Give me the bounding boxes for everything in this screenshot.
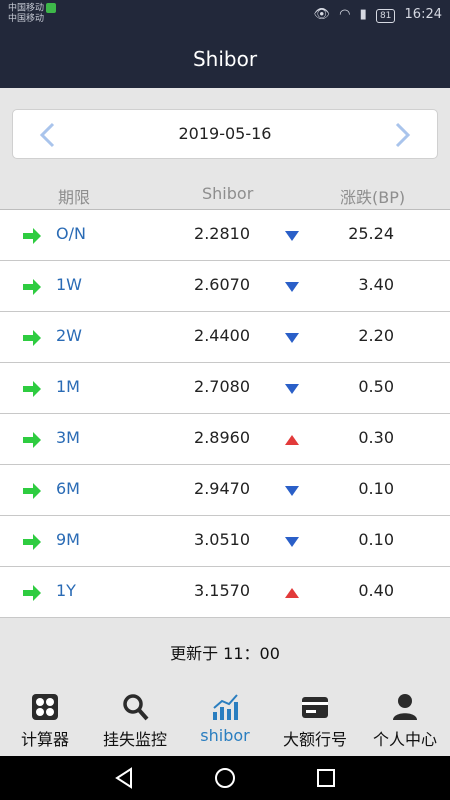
status-icons: 👁 ◠ ▮ 81 16:24 xyxy=(309,7,442,23)
tab-calculator[interactable]: 计算器 xyxy=(0,682,90,756)
home-circle-icon[interactable] xyxy=(213,766,237,790)
carrier-info: 中国移动 中国移动 xyxy=(8,3,57,24)
wifi-icon: ◠ xyxy=(339,7,351,22)
trend-down-icon xyxy=(285,537,299,547)
table-row[interactable]: 9M 3.0510 0.10 xyxy=(0,516,450,567)
recents-square-icon[interactable] xyxy=(314,766,338,790)
bp-change: 0.40 xyxy=(358,581,394,600)
selected-date[interactable]: 2019-05-16 xyxy=(13,110,437,158)
rate-value: 2.7080 xyxy=(194,377,250,396)
tab-label: shibor xyxy=(200,726,250,745)
trend-down-icon xyxy=(285,333,299,343)
status-bar: 中国移动 中国移动 👁 ◠ ▮ 81 16:24 xyxy=(0,0,450,30)
trend-up-icon xyxy=(285,435,299,445)
term-label: 9M xyxy=(56,530,80,549)
rate-value: 2.2810 xyxy=(194,224,250,243)
bp-change: 0.10 xyxy=(358,530,394,549)
arrow-right-icon xyxy=(23,585,41,601)
term-label: 3M xyxy=(56,428,80,447)
arrow-right-icon xyxy=(23,279,41,295)
table-row[interactable]: 1Y 3.1570 0.40 xyxy=(0,567,450,618)
table-row[interactable]: 6M 2.9470 0.10 xyxy=(0,465,450,516)
bp-change: 3.40 xyxy=(358,275,394,294)
rate-value: 2.9470 xyxy=(194,479,250,498)
table-row[interactable]: 1M 2.7080 0.50 xyxy=(0,363,450,414)
bottom-tab-bar: 计算器 挂失监控 shibor 大额行号 个人中心 xyxy=(0,682,450,756)
rate-value: 2.6070 xyxy=(194,275,250,294)
arrow-right-icon xyxy=(23,534,41,550)
shibor-table: O/N 2.2810 25.24 1W 2.6070 3.40 2W 2.440… xyxy=(0,210,450,618)
column-header-term: 期限 xyxy=(58,188,91,207)
term-label: 1M xyxy=(56,377,80,396)
trend-down-icon xyxy=(285,486,299,496)
trend-down-icon xyxy=(285,384,299,394)
chevron-right-icon[interactable] xyxy=(387,120,417,150)
search-icon xyxy=(123,694,149,721)
column-header-change: 涨跌(BP) xyxy=(340,188,406,207)
table-row[interactable]: O/N 2.2810 25.24 xyxy=(0,210,450,261)
rate-value: 3.1570 xyxy=(194,581,250,600)
arrow-right-icon xyxy=(23,432,41,448)
bp-change: 2.20 xyxy=(358,326,394,345)
table-header: 期限 Shibor 涨跌(BP) xyxy=(0,178,450,210)
bp-change: 0.10 xyxy=(358,479,394,498)
update-time: 更新于 11：00 xyxy=(170,644,280,663)
back-triangle-icon[interactable] xyxy=(112,766,136,790)
tab-shibor[interactable]: shibor xyxy=(180,682,270,756)
bp-change: 25.24 xyxy=(348,224,394,243)
tab-label: 大额行号 xyxy=(282,730,347,749)
bp-change: 0.50 xyxy=(358,377,394,396)
tab-label: 挂失监控 xyxy=(102,730,167,749)
date-selector: 2019-05-16 xyxy=(12,109,438,159)
tab-label: 个人中心 xyxy=(372,730,437,749)
table-row[interactable]: 2W 2.4400 2.20 xyxy=(0,312,450,363)
tab-label: 计算器 xyxy=(20,730,69,749)
page-title: Shibor xyxy=(0,30,450,88)
trend-down-icon xyxy=(285,231,299,241)
arrow-right-icon xyxy=(23,381,41,397)
table-row[interactable]: 1W 2.6070 3.40 xyxy=(0,261,450,312)
battery-icon: 81 xyxy=(375,9,396,23)
tab-bank-codes[interactable]: 大额行号 xyxy=(270,682,360,756)
rate-value: 2.8960 xyxy=(194,428,250,447)
arrow-right-icon xyxy=(23,483,41,499)
calculator-icon xyxy=(32,694,58,720)
term-label: 2W xyxy=(56,326,82,345)
signal-icon: ▮ xyxy=(359,7,367,22)
term-label: 1Y xyxy=(56,581,76,600)
arrow-right-icon xyxy=(23,330,41,346)
carrier-label-2: 中国移动 xyxy=(8,13,45,24)
rate-value: 2.4400 xyxy=(194,326,250,345)
eye-icon: 👁 xyxy=(313,7,331,22)
card-icon xyxy=(302,697,328,718)
trend-down-icon xyxy=(285,282,299,292)
chart-icon xyxy=(213,694,238,720)
sim-icon xyxy=(46,3,57,13)
status-time: 16:24 xyxy=(404,7,442,22)
carrier-label-1: 中国移动 xyxy=(8,3,45,14)
tab-profile[interactable]: 个人中心 xyxy=(360,682,450,756)
term-label: O/N xyxy=(56,224,86,243)
person-icon xyxy=(393,694,417,720)
term-label: 1W xyxy=(56,275,82,294)
tab-loss-monitor[interactable]: 挂失监控 xyxy=(90,682,180,756)
column-header-shibor: Shibor xyxy=(202,184,254,203)
system-nav-bar xyxy=(0,756,450,800)
bp-change: 0.30 xyxy=(358,428,394,447)
trend-up-icon xyxy=(285,588,299,598)
arrow-right-icon xyxy=(23,228,41,244)
rate-value: 3.0510 xyxy=(194,530,250,549)
term-label: 6M xyxy=(56,479,80,498)
table-row[interactable]: 3M 2.8960 0.30 xyxy=(0,414,450,465)
